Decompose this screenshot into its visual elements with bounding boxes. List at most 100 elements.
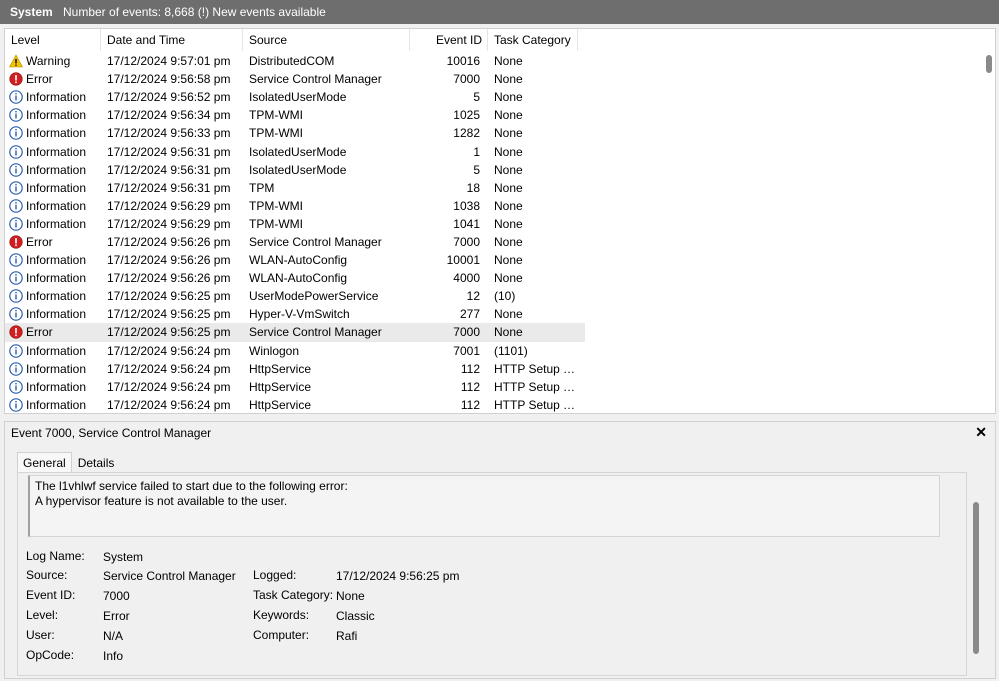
event-date-cell: 17/12/2024 9:56:24 pm <box>107 361 231 376</box>
info-icon <box>9 361 26 376</box>
tab-general[interactable]: General <box>17 452 72 472</box>
info-icon <box>9 144 26 159</box>
close-icon[interactable]: ✕ <box>975 424 987 441</box>
event-id-label: Event ID: <box>26 588 76 602</box>
event-date-cell: 17/12/2024 9:56:25 pm <box>107 289 231 304</box>
event-level-text: Information <box>26 162 87 177</box>
column-header-event-id[interactable]: Event ID <box>410 29 488 51</box>
event-row[interactable]: Information 17/12/2024 9:56:31 pm Isolated… <box>5 161 585 179</box>
event-id-cell: 5 <box>473 90 480 105</box>
event-row[interactable]: Information 17/12/2024 9:56:34 pm TPM-WMI 1… <box>5 106 585 124</box>
event-row[interactable]: Information 17/12/2024 9:56:24 pm Winlogon… <box>5 342 585 360</box>
task-category-label: Task Category: <box>253 588 334 602</box>
log-name-label: Log Name: <box>26 549 85 563</box>
event-id-cell: 1 <box>473 144 480 159</box>
event-source-cell: Hyper-V-VmSwitch <box>249 307 350 322</box>
event-row[interactable]: Error 17/12/2024 9:56:25 pm Service Contro… <box>5 323 585 342</box>
column-header-level[interactable]: Level <box>5 29 101 51</box>
event-detail-pane: Event 7000, Service Control Manager ✕ Ge… <box>4 421 996 679</box>
event-date-cell: 17/12/2024 9:56:24 pm <box>107 343 231 358</box>
error-icon <box>9 235 26 249</box>
event-source-cell: HttpService <box>249 379 312 394</box>
event-date-cell: 17/12/2024 9:56:34 pm <box>107 108 231 123</box>
event-message: The l1vhlwf service failed to start due … <box>28 475 940 537</box>
source-label: Source: <box>26 568 68 582</box>
events-list[interactable]: Level Date and Time Source Event ID Task… <box>4 28 996 414</box>
log-name-value: System <box>103 550 144 564</box>
tab-details[interactable]: Details <box>72 452 121 472</box>
event-level-text: Information <box>26 216 87 231</box>
event-row[interactable]: Information 17/12/2024 9:56:29 pm TPM-WMI 1… <box>5 215 585 233</box>
event-row[interactable]: Error 17/12/2024 9:56:26 pm Service Contro… <box>5 233 585 251</box>
event-row[interactable]: Information 17/12/2024 9:56:24 pm HttpServ… <box>5 378 585 396</box>
event-category-cell: None <box>494 216 523 231</box>
event-source-cell: TPM-WMI <box>249 126 303 141</box>
event-category-cell: HTTP Setup Tr... <box>494 397 578 412</box>
info-icon <box>9 162 26 177</box>
event-source-cell: TPM-WMI <box>249 216 303 231</box>
event-row[interactable]: Warning 17/12/2024 9:57:01 pm DistributedC… <box>5 52 585 70</box>
info-icon <box>9 217 26 231</box>
event-row[interactable]: Information 17/12/2024 9:56:29 pm TPM-WMI 1… <box>5 197 585 215</box>
event-id-cell: 1038 <box>453 198 480 213</box>
event-row[interactable]: Error 17/12/2024 9:56:58 pm Service Contro… <box>5 70 585 88</box>
events-scrollbar-thumb[interactable] <box>986 55 992 73</box>
info-icon <box>9 289 26 304</box>
event-level-text: Information <box>26 289 87 304</box>
event-date-cell: 17/12/2024 9:56:26 pm <box>107 234 231 249</box>
event-category-cell: None <box>494 72 523 87</box>
event-source-cell: WLAN-AutoConfig <box>249 271 348 286</box>
column-header-task-category[interactable]: Task Category <box>488 29 578 51</box>
event-level-text: Information <box>26 343 87 358</box>
event-source-cell: IsolatedUserMode <box>249 144 347 159</box>
event-level-cell: Information <box>5 163 101 177</box>
column-header-source[interactable]: Source <box>243 29 410 51</box>
event-row[interactable]: Information 17/12/2024 9:56:33 pm TPM-WMI 1… <box>5 124 585 142</box>
event-date-cell: 17/12/2024 9:56:24 pm <box>107 397 231 412</box>
event-level-cell: Information <box>5 344 101 358</box>
event-id-cell: 10001 <box>446 253 480 268</box>
event-row[interactable]: Information 17/12/2024 9:56:25 pm UserMode… <box>5 287 585 305</box>
error-icon <box>9 325 26 340</box>
event-row[interactable]: Information 17/12/2024 9:56:24 pm HttpServ… <box>5 360 585 378</box>
event-level-cell: Information <box>5 398 101 412</box>
event-date-cell: 17/12/2024 9:56:29 pm <box>107 216 231 231</box>
event-id-cell: 5 <box>473 162 480 177</box>
event-id-cell: 12 <box>466 289 480 304</box>
event-row[interactable]: Information 17/12/2024 9:56:31 pm Isolated… <box>5 142 585 160</box>
event-row[interactable]: Information 17/12/2024 9:56:26 pm WLAN-Aut… <box>5 269 585 287</box>
event-row[interactable]: Information 17/12/2024 9:56:25 pm Hyper-V-… <box>5 305 585 323</box>
event-id-cell: 4000 <box>453 271 480 286</box>
event-id-cell: 1025 <box>453 108 480 123</box>
event-id-cell: 7000 <box>453 325 480 340</box>
event-level-text: Information <box>26 180 87 195</box>
event-level-text: Information <box>26 271 87 286</box>
event-category-cell: None <box>494 325 523 340</box>
event-category-cell: None <box>494 271 523 286</box>
event-level-cell: Information <box>5 199 101 213</box>
detail-scrollbar-thumb[interactable] <box>973 502 979 654</box>
general-tab-body: The l1vhlwf service failed to start due … <box>17 472 967 676</box>
message-line: The l1vhlwf service failed to start due … <box>35 479 348 493</box>
event-id-cell: 112 <box>460 397 480 412</box>
opcode-value: Info <box>103 649 124 663</box>
event-source-cell: IsolatedUserMode <box>249 90 347 105</box>
event-source-cell: Service Control Manager <box>249 234 382 249</box>
event-level-text: Warning <box>26 54 71 69</box>
event-id-cell: 1041 <box>453 216 480 231</box>
info-icon <box>9 379 26 394</box>
column-header-date[interactable]: Date and Time <box>101 29 243 51</box>
event-level-cell: Error <box>5 72 101 86</box>
event-source-cell: Winlogon <box>249 343 300 358</box>
event-row[interactable]: Information 17/12/2024 9:56:24 pm HttpServ… <box>5 396 585 413</box>
event-row[interactable]: Information 17/12/2024 9:56:26 pm WLAN-Aut… <box>5 251 585 269</box>
info-icon <box>9 126 26 141</box>
event-level-text: Information <box>26 90 87 105</box>
event-source-cell: UserModePowerService <box>249 289 379 304</box>
event-row[interactable]: Information 17/12/2024 9:56:52 pm Isolated… <box>5 88 585 106</box>
event-row[interactable]: Information 17/12/2024 9:56:31 pm TPM 18 Non… <box>5 179 585 197</box>
column-header-row: Level Date and Time Source Event ID Task… <box>5 29 585 51</box>
event-level-cell: Information <box>5 90 101 104</box>
computer-label: Computer: <box>253 628 310 642</box>
event-level-cell: Information <box>5 108 101 122</box>
